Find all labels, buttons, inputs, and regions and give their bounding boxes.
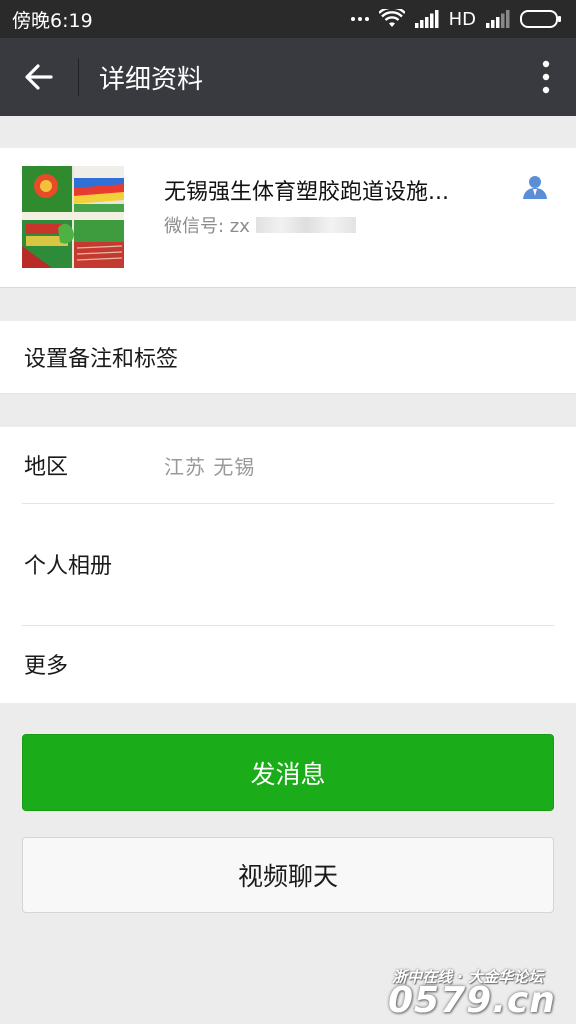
region-value: 江苏 无锡 <box>164 454 256 479</box>
page-title: 详细资料 <box>99 64 204 95</box>
person-icon <box>523 176 547 199</box>
avatar[interactable] <box>22 166 124 268</box>
title-bar: 详细资料 <box>0 38 576 116</box>
network-type-label: HD <box>448 8 476 30</box>
send-message-button[interactable]: 发消息 <box>22 734 554 811</box>
signal-icon <box>414 10 439 28</box>
profile-card[interactable]: 无锡强生体育塑胶跑道设施... 微信号: zx <box>0 148 576 288</box>
info-section: 地区 江苏 无锡 个人相册 更多 <box>0 427 576 703</box>
contact-name: 无锡强生体育塑胶跑道设施... <box>164 180 449 205</box>
remark-and-tags-label: 设置备注和标签 <box>24 347 179 372</box>
signal-icon <box>486 10 510 28</box>
region-row: 地区 江苏 无锡 <box>0 427 576 503</box>
more-dots-icon <box>350 17 369 21</box>
album-label: 个人相册 <box>24 554 113 579</box>
wechat-id-redacted <box>255 217 356 233</box>
status-bar: 傍晚6:19 HD <box>0 0 576 38</box>
wifi-icon <box>378 9 405 27</box>
wechat-id: 微信号: zx <box>164 212 356 238</box>
battery-icon <box>520 10 561 28</box>
avatar-image <box>22 166 124 268</box>
more-menu-button[interactable] <box>516 38 576 116</box>
video-call-button[interactable]: 视频聊天 <box>22 837 554 913</box>
back-button[interactable] <box>0 38 78 116</box>
status-time: 傍晚6:19 <box>12 9 93 32</box>
back-arrow-icon <box>25 64 53 90</box>
region-label: 地区 <box>24 455 69 480</box>
wechat-id-label: 微信号: zx <box>164 216 250 237</box>
watermark-logo: 0579.cn <box>388 980 556 1021</box>
title-divider <box>78 58 79 96</box>
more-vertical-icon <box>542 60 550 94</box>
more-label: 更多 <box>24 654 69 679</box>
more-row[interactable]: 更多 <box>0 625 576 703</box>
remark-and-tags-row[interactable]: 设置备注和标签 <box>0 321 576 394</box>
album-row[interactable]: 个人相册 <box>0 503 576 625</box>
status-icons: HD <box>350 8 562 30</box>
